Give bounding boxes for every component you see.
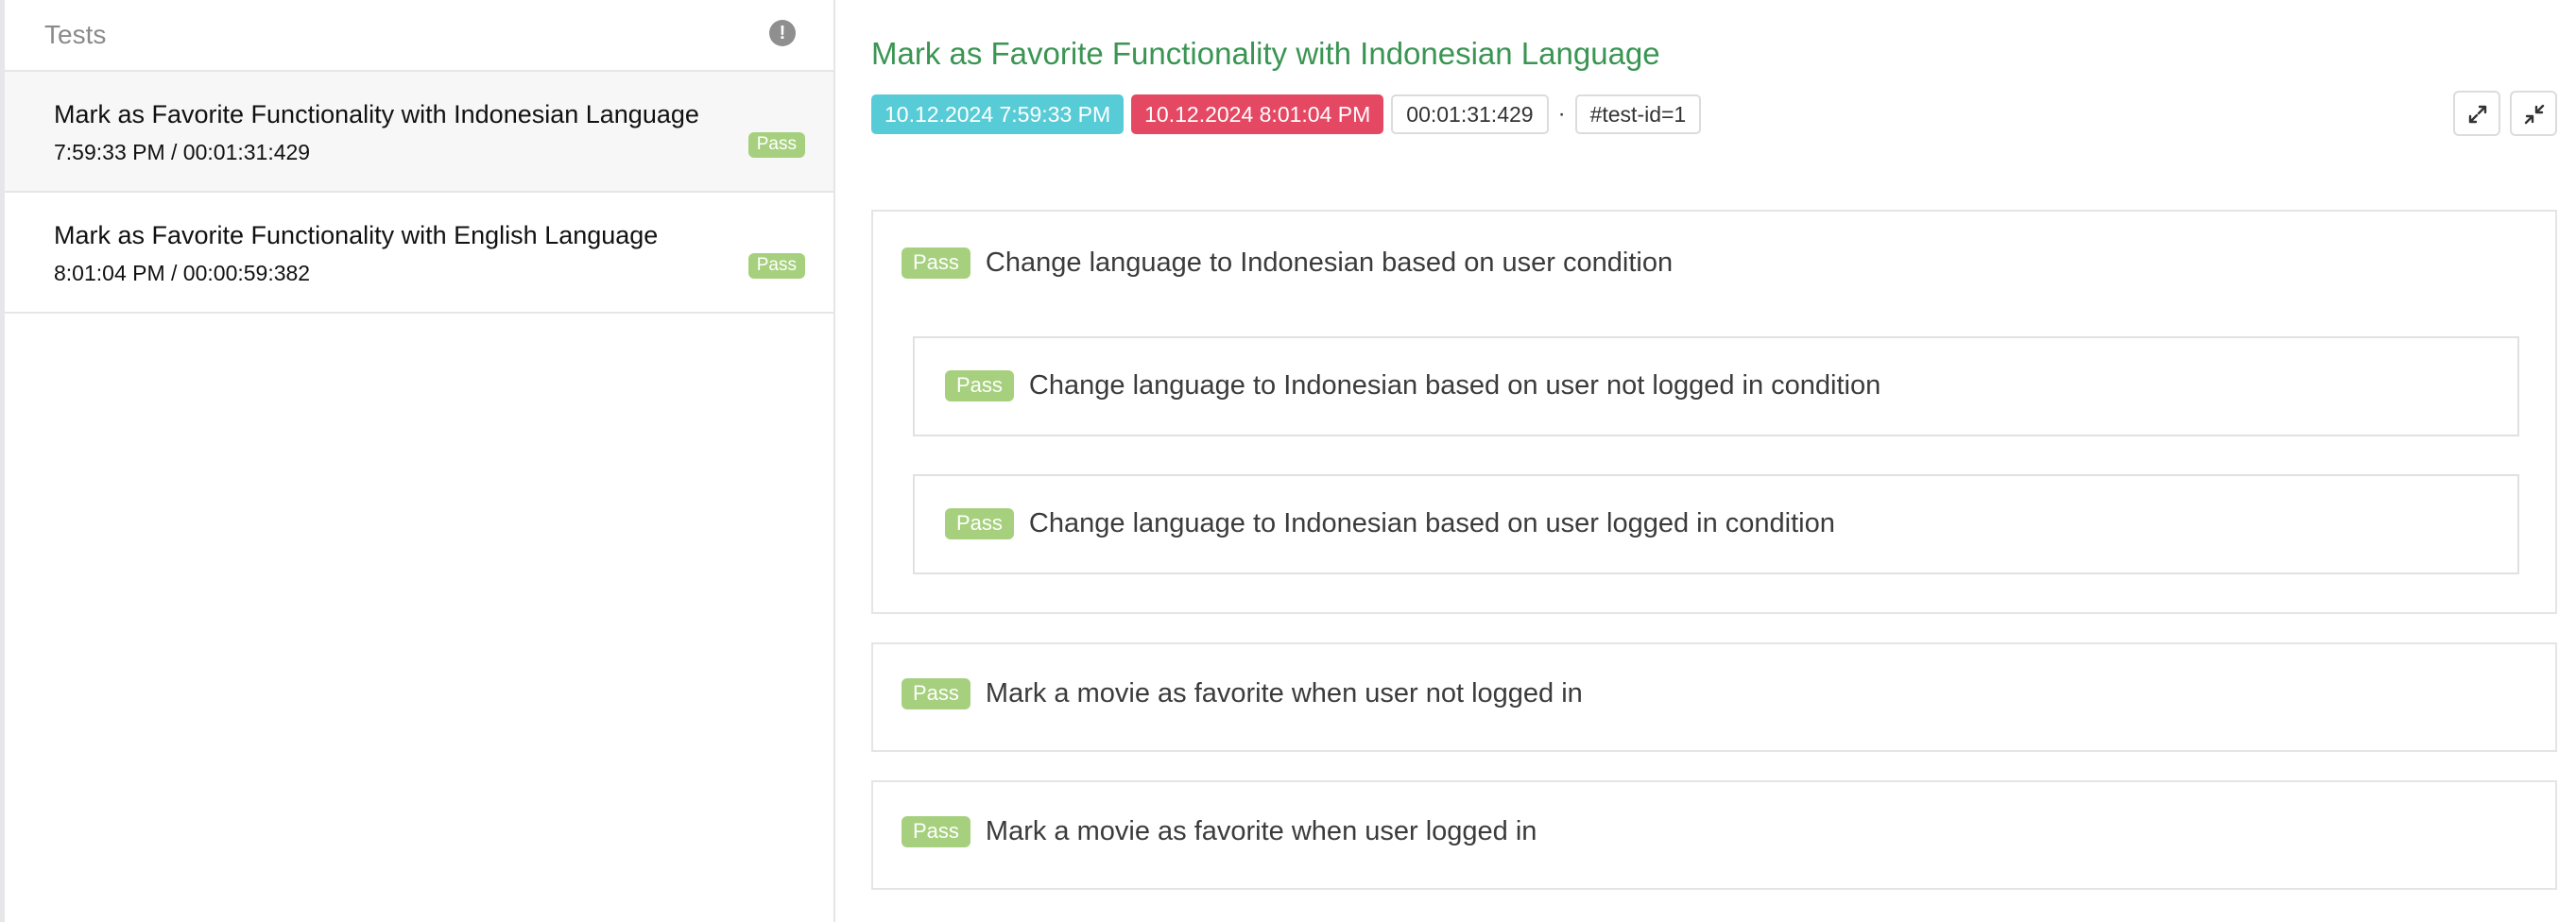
test-name: Mark as Favorite Functionality with Indo… <box>54 100 699 128</box>
step-row: Pass Change language to Indonesian based… <box>902 248 1673 279</box>
end-time-badge: 10.12.2024 8:01:04 PM <box>1131 94 1384 134</box>
test-step-child[interactable]: Pass Change language to Indonesian based… <box>913 474 2519 574</box>
step-row: Pass Mark a movie as favorite when user … <box>902 678 1583 709</box>
test-list-item[interactable]: Mark as Favorite Functionality with Engl… <box>5 193 833 314</box>
test-detail-panel: Mark as Favorite Functionality with Indo… <box>835 0 2576 922</box>
alert-icon[interactable]: ! <box>769 20 796 46</box>
test-list-panel: Tests ! Mark as Favorite Functionality w… <box>0 0 835 922</box>
test-detail-title: Mark as Favorite Functionality with Indo… <box>871 36 1660 71</box>
test-list-header: Tests ! <box>5 0 833 72</box>
step-row: Pass Mark a movie as favorite when user … <box>902 816 1537 847</box>
test-step-node[interactable]: Pass Mark a movie as favorite when user … <box>871 642 2557 752</box>
collapse-all-button[interactable] <box>2510 91 2557 136</box>
test-step-node[interactable]: Pass Mark a movie as favorite when user … <box>871 780 2557 890</box>
test-step-node[interactable]: Pass Change language to Indonesian based… <box>871 210 2557 614</box>
status-badge: Pass <box>902 678 970 709</box>
step-label: Change language to Indonesian based on u… <box>985 248 1674 278</box>
test-step-child[interactable]: Pass Change language to Indonesian based… <box>913 336 2519 436</box>
step-label: Change language to Indonesian based on u… <box>1028 508 1835 538</box>
test-time-duration: 7:59:33 PM / 00:01:31:429 <box>54 140 311 164</box>
test-timing-row: 10.12.2024 7:59:33 PM 10.12.2024 8:01:04… <box>871 94 1709 134</box>
status-badge: Pass <box>945 508 1014 539</box>
duration-badge: 00:01:31:429 <box>1391 94 1549 134</box>
status-badge: Pass <box>902 248 970 279</box>
test-list-title: Tests <box>44 20 107 49</box>
test-time-duration: 8:01:04 PM / 00:00:59:382 <box>54 261 311 285</box>
status-badge: Pass <box>747 132 805 158</box>
step-label: Change language to Indonesian based on u… <box>1028 370 1881 401</box>
test-name: Mark as Favorite Functionality with Engl… <box>54 221 659 249</box>
start-time-badge: 10.12.2024 7:59:33 PM <box>871 94 1125 134</box>
separator-dot: · <box>1557 101 1566 127</box>
step-row: Pass Change language to Indonesian based… <box>945 370 1880 401</box>
step-label: Mark a movie as favorite when user not l… <box>985 678 1583 709</box>
step-row: Pass Change language to Indonesian based… <box>945 508 1835 539</box>
expand-icon <box>2468 105 2487 124</box>
test-list-item[interactable]: Mark as Favorite Functionality with Indo… <box>5 72 833 193</box>
status-badge: Pass <box>945 370 1014 401</box>
step-label: Mark a movie as favorite when user logge… <box>985 816 1537 846</box>
test-id-badge: #test-id=1 <box>1574 94 1702 134</box>
status-badge: Pass <box>902 816 970 847</box>
expand-all-button[interactable] <box>2453 91 2500 136</box>
collapse-icon <box>2524 104 2545 125</box>
status-badge: Pass <box>747 253 805 279</box>
